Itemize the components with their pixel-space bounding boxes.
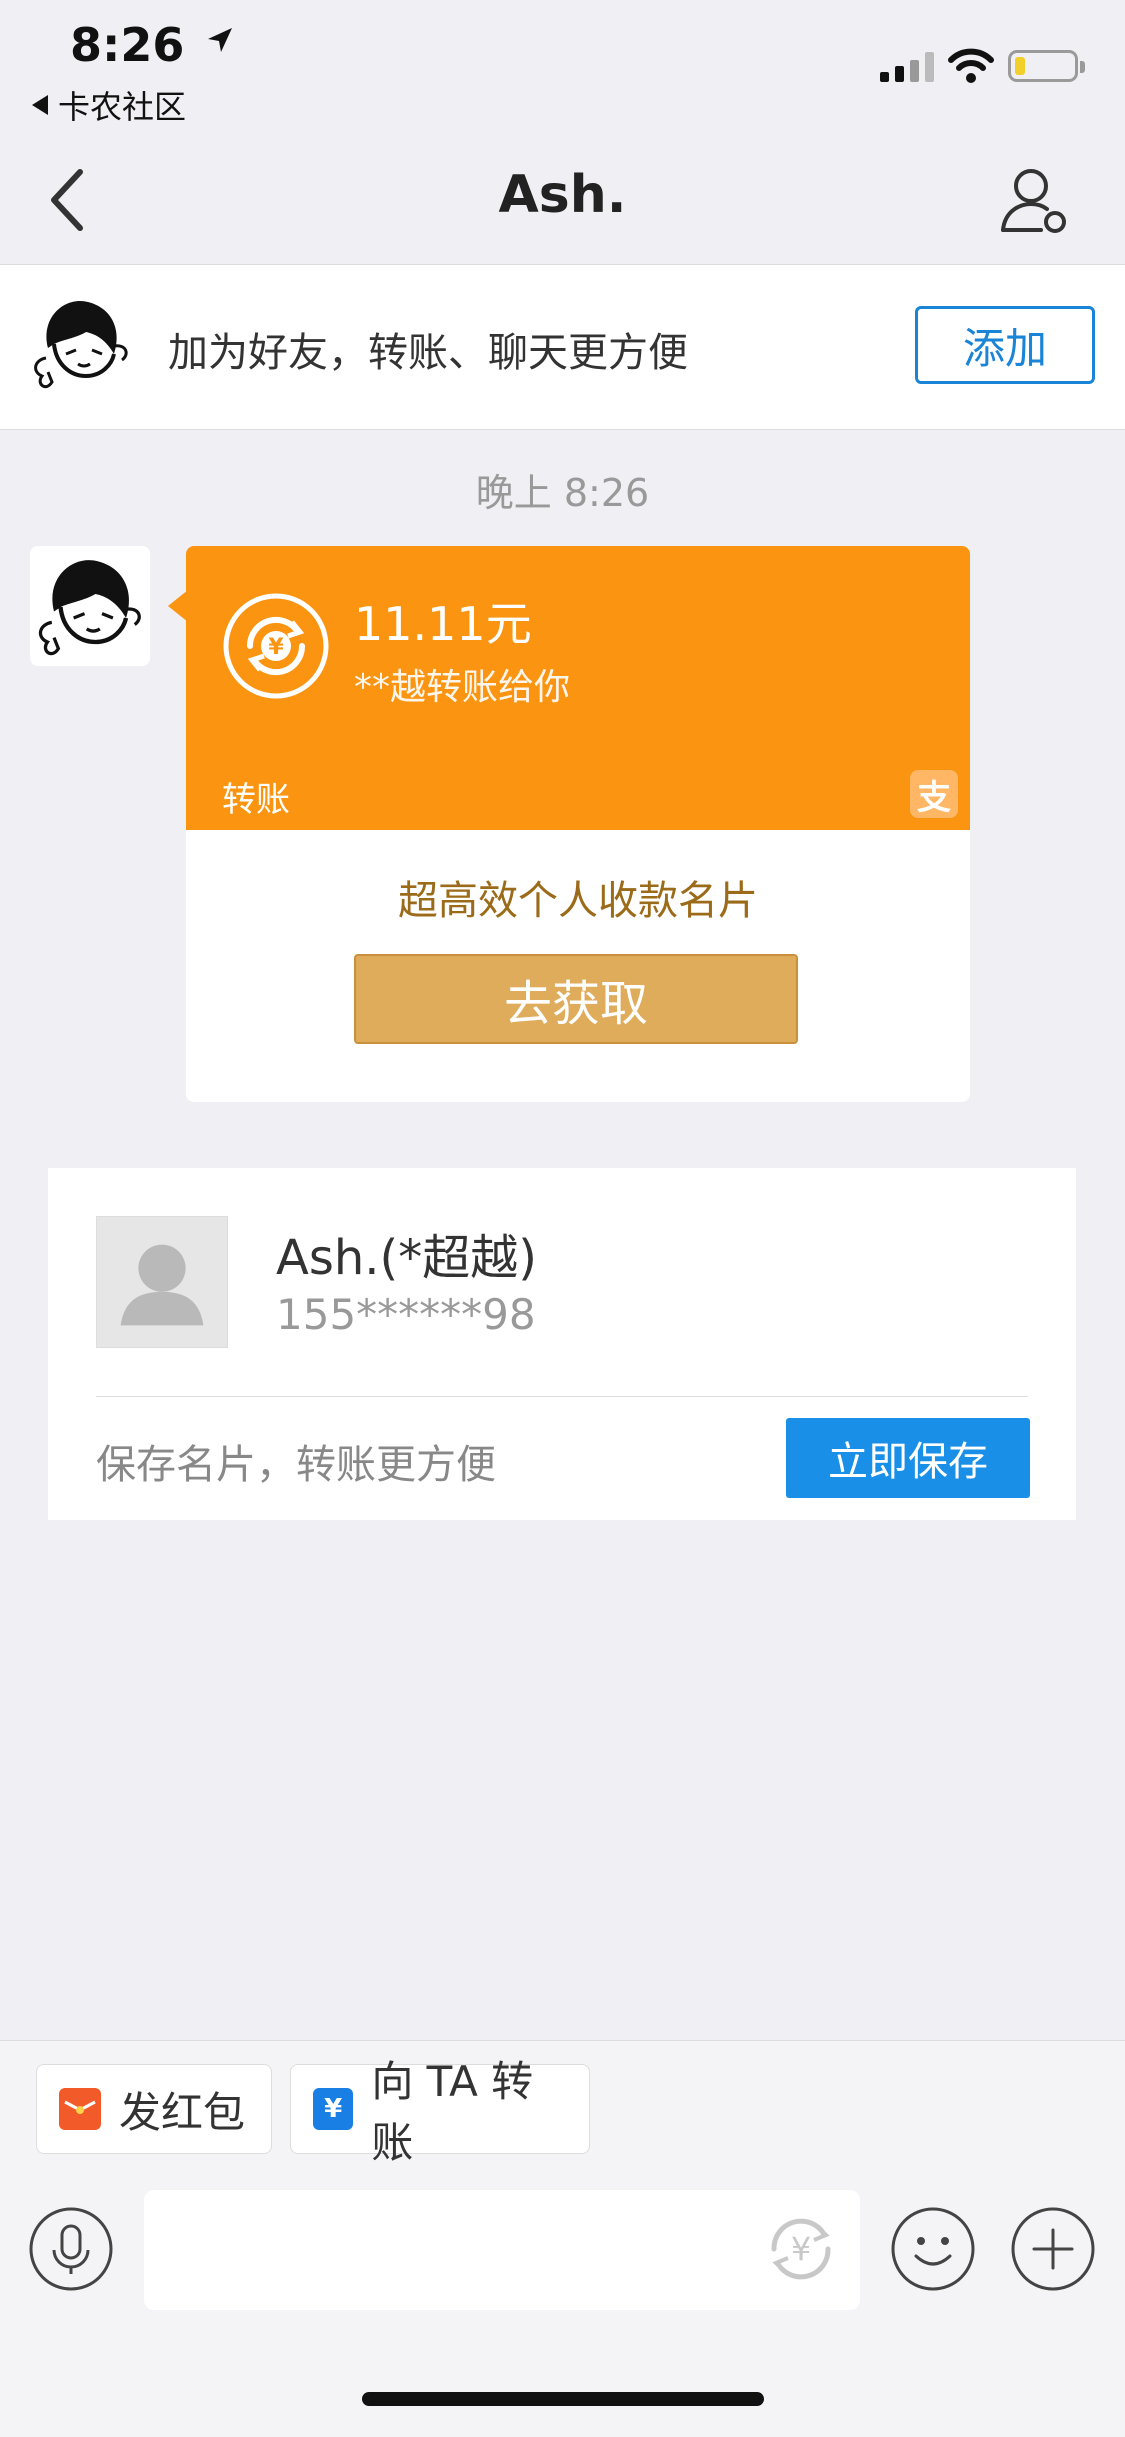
add-friend-button[interactable]: 添加 [915,306,1095,384]
contact-settings-icon[interactable] [995,160,1075,240]
svg-text:¥: ¥ [268,635,284,660]
alipay-logo-icon: 支 [910,770,958,818]
transfer-amount: 11.11元 [354,597,532,651]
battery-icon [1008,50,1085,82]
transfer-to-ta-label: 向 TA 转账 [371,2057,534,2167]
send-red-packet-button[interactable]: 发红包 [36,2064,272,2154]
status-back-to-app[interactable]: 卡农社区 [32,82,186,128]
add-friend-prompt: 加为好友，转账、聊天更方便 [168,330,688,376]
get-card-button[interactable]: 去获取 [354,954,798,1044]
back-triangle-icon [32,95,48,115]
transfer-card-promo: 超高效个人收款名片 [398,878,758,924]
plus-icon[interactable] [1010,2206,1096,2292]
contact-name: Ash.(*超越) [276,1230,537,1286]
contact-card[interactable]: Ash.(*超越) 155******98 保存名片，转账更方便 立即保存 [48,1168,1076,1520]
transfer-to-ta-button[interactable]: ¥ 向 TA 转账 [290,2057,590,2167]
red-packet-icon [59,2088,101,2130]
transfer-yuan-icon: ¥ [313,2088,354,2130]
page-title: Ash. [498,165,627,225]
status-time-text: 8:26 [70,18,185,72]
transfer-card-header: ¥ 11.11元 **越转账给你 转账 支 [186,546,970,830]
status-back-app-label: 卡农社区 [58,88,187,126]
home-indicator[interactable] [362,2392,764,2406]
save-card-hint: 保存名片，转账更方便 [96,1442,496,1488]
wifi-icon [948,48,994,83]
chat-timestamp: 晚上 8:26 [475,471,650,515]
emoji-icon[interactable] [890,2206,976,2292]
yuan-transfer-circle-icon: ¥ [223,593,329,699]
friend-avatar[interactable] [26,288,136,398]
red-packet-label: 发红包 [119,2087,246,2137]
svg-text:¥: ¥ [791,2230,811,2268]
default-avatar-icon [96,1216,228,1348]
transfer-label: 转账 [222,780,290,820]
microphone-icon[interactable] [28,2206,114,2292]
yuan-transfer-icon[interactable]: ¥ [756,2204,846,2294]
transfer-card[interactable]: ¥ 11.11元 **越转账给你 转账 支 超高效个人收款名片 去获取 [186,546,970,1102]
sender-avatar[interactable] [30,546,150,666]
bubble-tail [168,590,188,622]
location-arrow-icon [208,28,233,52]
status-time: 8:26 [70,18,234,72]
cellular-signal-icon [880,52,934,82]
save-now-button[interactable]: 立即保存 [786,1418,1030,1498]
divider [96,1396,1028,1397]
message-input[interactable] [144,2190,860,2310]
transfer-description: **越转账给你 [354,667,571,708]
contact-phone: 155******98 [276,1290,536,1339]
